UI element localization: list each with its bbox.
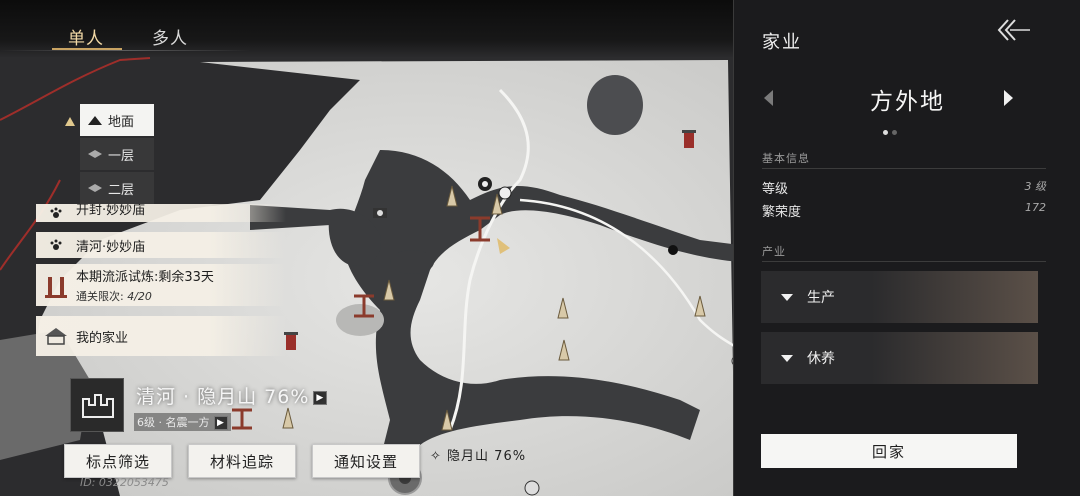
region-title[interactable]: 清河 · 隐月山 76% ▶ — [136, 382, 328, 409]
page-dots — [881, 120, 899, 139]
player-arrow-icon — [497, 238, 510, 254]
map-location-text: 隐月山 76% — [447, 449, 527, 464]
diamond-icon: ✧ — [430, 449, 442, 464]
estate-panel: 家业 方外地 基本信息 等级 3 级 繁荣度 172 产业 生产 休养 回家 — [733, 0, 1080, 496]
region-subtitle: 6级 · 名震一方 ▶ — [134, 413, 231, 431]
divider — [762, 261, 1046, 262]
level-row: 等级 3 级 — [762, 178, 1046, 197]
play-icon[interactable]: ▶ — [213, 416, 228, 430]
shrine-marker[interactable] — [682, 130, 696, 148]
divider — [762, 168, 1046, 169]
marker-filter-button[interactable]: 标点筛选 — [64, 444, 172, 478]
estate-name: 方外地 — [870, 89, 945, 115]
accordion-label: 生产 — [807, 290, 835, 306]
level-value: 3 级 — [1024, 180, 1047, 193]
npc-icon[interactable] — [498, 186, 512, 200]
production-accordion[interactable]: 生产 — [761, 271, 1038, 323]
teleport-marker[interactable] — [354, 294, 374, 318]
rest-accordion[interactable]: 休养 — [761, 332, 1038, 384]
notification-settings-button[interactable]: 通知设置 — [312, 444, 420, 478]
teleport-marker[interactable] — [232, 408, 252, 430]
prosperity-label: 繁荣度 — [762, 205, 802, 220]
map-location-label: ✧ 隐月山 76% — [430, 445, 526, 464]
level-label: 等级 — [762, 182, 789, 197]
camera-icon[interactable] — [373, 208, 387, 218]
waypoint-marker[interactable] — [282, 407, 294, 429]
chevron-down-icon — [781, 354, 793, 362]
material-tracking-button[interactable]: 材料追踪 — [188, 444, 296, 478]
section-basic-info: 基本信息 — [762, 152, 810, 165]
player-id: ID: 0322053475 — [80, 476, 169, 489]
page-dot — [892, 130, 897, 135]
region-emblem[interactable] — [70, 378, 124, 432]
waypoint-marker[interactable] — [446, 185, 458, 207]
dark-pin-icon[interactable] — [668, 245, 678, 255]
shrine-marker[interactable] — [284, 332, 298, 350]
waypoint-marker[interactable] — [558, 339, 570, 361]
world-map[interactable]: 单人 多人 地面 一层 二层 开封·妙妙庙 清河·妙妙庙 本期流派试炼:剩余33… — [0, 0, 740, 496]
chevron-down-icon — [781, 293, 793, 301]
castle-icon — [82, 394, 114, 418]
accordion-label: 休养 — [807, 351, 835, 367]
collapse-arrows-icon[interactable] — [996, 18, 1032, 42]
page-dot — [883, 130, 888, 135]
waypoint-marker[interactable] — [441, 409, 453, 431]
prosperity-row: 繁荣度 172 — [762, 201, 1046, 220]
play-icon[interactable]: ▶ — [313, 390, 328, 405]
waypoint-marker[interactable] — [557, 297, 569, 319]
teleport-marker[interactable] — [470, 216, 490, 242]
lock-icon[interactable] — [524, 480, 540, 496]
region-title-text: 清河 · 隐月山 76% — [136, 386, 310, 408]
prosperity-value: 172 — [1025, 201, 1046, 214]
section-industry: 产业 — [762, 245, 786, 258]
next-estate-icon[interactable] — [1004, 90, 1013, 106]
chat-icon[interactable] — [478, 177, 492, 191]
go-home-button[interactable]: 回家 — [761, 434, 1017, 468]
waypoint-marker[interactable] — [694, 295, 706, 317]
waypoint-marker[interactable] — [383, 279, 395, 301]
panel-title: 家业 — [762, 32, 802, 53]
region-rank: 6级 · 名震一方 — [137, 416, 210, 429]
